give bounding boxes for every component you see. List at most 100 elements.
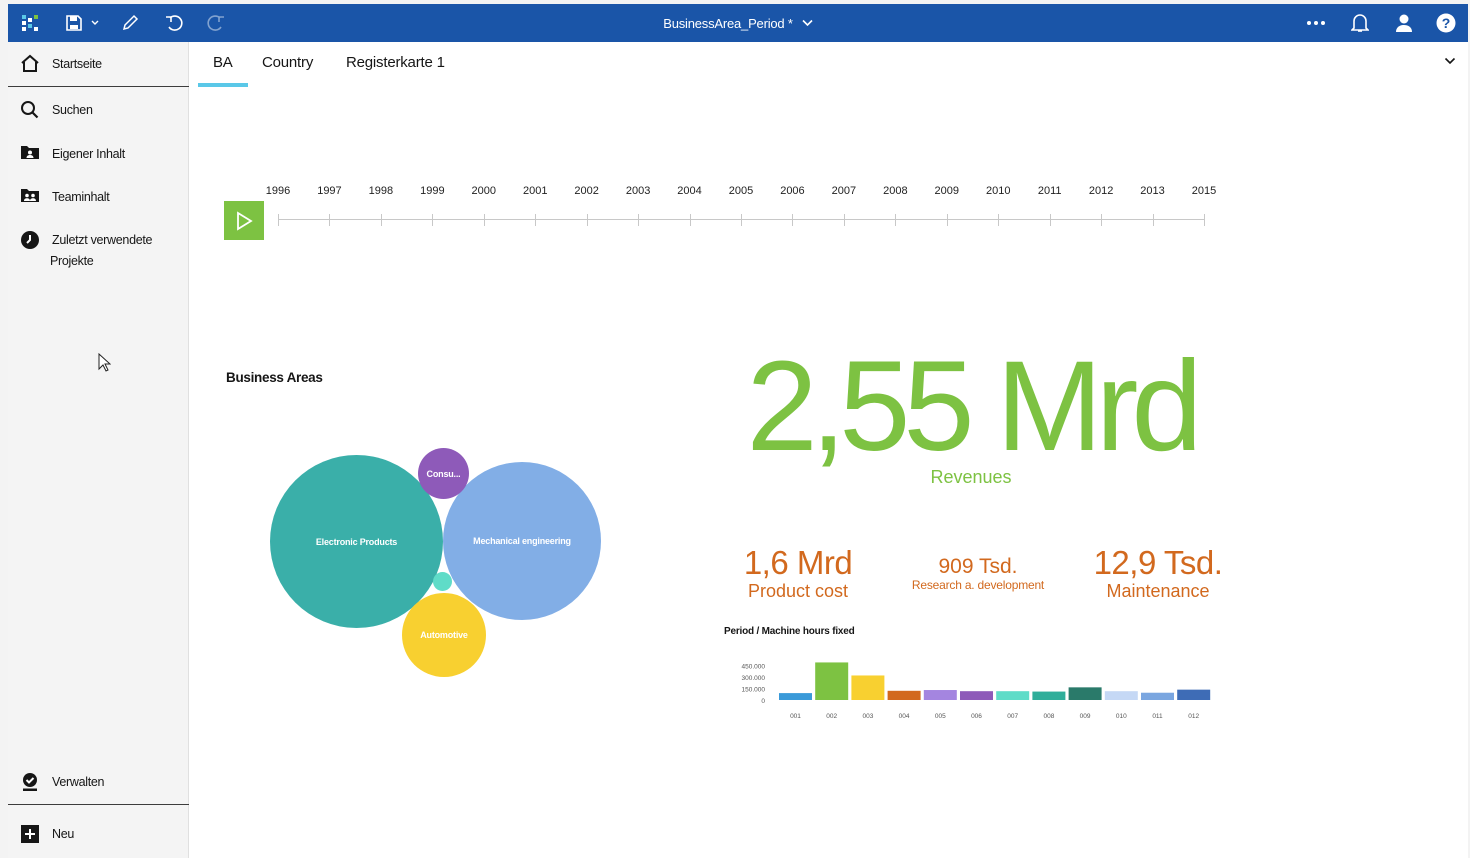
x-tick-label: 012	[1188, 713, 1199, 720]
timeline-year-2009[interactable]: 2009	[935, 185, 959, 197]
divider	[8, 86, 189, 87]
timeline-year-2000[interactable]: 2000	[472, 185, 496, 197]
timeline-tick	[1204, 214, 1205, 226]
my-content-icon	[8, 144, 52, 160]
bar-011[interactable]	[1141, 692, 1174, 700]
y-tick-label: 0	[761, 698, 765, 705]
timeline-year-2007[interactable]: 2007	[832, 185, 856, 197]
timeline-year-2002[interactable]: 2002	[574, 185, 598, 197]
sidebar-item-teaminhalt[interactable]: Teaminhalt	[8, 187, 189, 208]
manage-icon	[8, 772, 52, 792]
collapse-chevron-icon[interactable]	[1444, 52, 1456, 70]
product-cost-kpi: 1,6 Mrd Product cost	[708, 544, 888, 602]
bar-012[interactable]	[1177, 689, 1211, 700]
bar-chart: 450.000 300.000 150.000 0 001 002 003 004 005 006…	[742, 662, 1211, 720]
timeline-tick	[998, 214, 1000, 226]
bar-005[interactable]	[923, 690, 957, 700]
bar-003[interactable]	[851, 675, 885, 700]
grid-apps-icon[interactable]	[18, 4, 42, 42]
timeline-tick	[1049, 214, 1051, 226]
timeline-year-1999[interactable]: 1999	[420, 185, 444, 197]
x-tick-label: 011	[1152, 713, 1163, 720]
bar-008[interactable]	[1032, 691, 1066, 700]
bar-009[interactable]	[1068, 687, 1102, 700]
title-chevron-down-icon[interactable]	[802, 19, 813, 27]
help-icon[interactable]: ?	[1434, 4, 1458, 42]
timeline-year-2011[interactable]: 2011	[1038, 185, 1062, 197]
timeline-year-2008[interactable]: 2008	[883, 185, 907, 197]
business-areas-title: Business Areas	[226, 370, 323, 385]
sidebar-item-zuletzt-verwendete-projekte[interactable]: Zuletzt verwendete Projekte	[8, 230, 189, 272]
bubble-small[interactable]	[433, 572, 452, 591]
bar-006[interactable]	[960, 691, 993, 700]
tab-country[interactable]: Country	[262, 54, 313, 71]
x-tick-label: 005	[935, 713, 946, 720]
sidebar-item-suchen[interactable]: Suchen	[8, 100, 189, 121]
sidebar-item-neu[interactable]: Neu	[8, 824, 189, 845]
more-icon[interactable]	[1304, 4, 1328, 42]
bar-010[interactable]	[1104, 691, 1138, 700]
recent-icon	[8, 230, 52, 250]
timeline-tick	[689, 214, 691, 226]
timeline-year-2005[interactable]: 2005	[729, 185, 753, 197]
timeline-year-2012[interactable]: 2012	[1089, 185, 1113, 197]
timeline-year-2001[interactable]: 2001	[523, 185, 547, 197]
timeline-year-2004[interactable]: 2004	[677, 185, 701, 197]
timeline-year-2006[interactable]: 2006	[780, 185, 804, 197]
y-tick-label: 300.000	[742, 675, 766, 682]
save-icon[interactable]	[62, 4, 86, 42]
timeline-tick	[380, 214, 382, 226]
timeline-tick	[946, 214, 948, 226]
bubble-label: Mechanical engineering	[473, 536, 571, 546]
bubble-automotive[interactable]: Automotive	[402, 593, 486, 677]
sidebar-item-eigener-inhalt[interactable]: Eigener Inhalt	[8, 144, 189, 165]
undo-icon[interactable]	[162, 4, 186, 42]
bar-002[interactable]	[815, 662, 849, 700]
timeline-year-1996[interactable]: 1996	[266, 185, 290, 197]
play-button[interactable]	[224, 201, 264, 240]
divider	[8, 804, 189, 805]
user-icon[interactable]	[1392, 4, 1416, 42]
timeline-year-2015[interactable]: 2015	[1192, 185, 1216, 197]
play-icon	[237, 210, 253, 231]
top-bar: BusinessArea_Period * ?	[8, 4, 1468, 42]
timeline-tick	[432, 214, 434, 226]
sidebar-item-label: Teaminhalt	[52, 190, 110, 204]
sidebar-item-label: Startseite	[52, 57, 102, 71]
sidebar-item-startseite[interactable]: Startseite	[8, 54, 189, 75]
bubble-consumer[interactable]: Consu...	[418, 448, 469, 499]
timeline-year-2003[interactable]: 2003	[626, 185, 650, 197]
team-content-icon	[8, 187, 52, 203]
sidebar-item-label-line2: Projekte	[50, 254, 94, 268]
timeline-year-1998[interactable]: 1998	[369, 185, 393, 197]
research-kpi: 909 Tsd. Research a. development	[888, 555, 1068, 592]
bar-007[interactable]	[996, 691, 1030, 700]
bar-004[interactable]	[887, 690, 921, 700]
timeline-year-2013[interactable]: 2013	[1140, 185, 1164, 197]
timeline-year-2010[interactable]: 2010	[986, 185, 1010, 197]
sidebar-item-verwalten[interactable]: Verwalten	[8, 772, 189, 793]
sidebar-item-label: Eigener Inhalt	[52, 147, 125, 161]
timeline-tick	[1101, 214, 1103, 226]
maintenance-kpi: 12,9 Tsd. Maintenance	[1068, 545, 1248, 602]
chevron-down-icon[interactable]	[88, 4, 102, 42]
tab-registerkarte-1[interactable]: Registerkarte 1	[346, 54, 445, 71]
bar-001[interactable]	[779, 693, 812, 700]
edit-pencil-icon[interactable]	[118, 4, 142, 42]
timeline-year-1997[interactable]: 1997	[317, 185, 341, 197]
bell-icon[interactable]	[1348, 4, 1372, 42]
timeline-tick	[1152, 214, 1154, 226]
x-tick-label: 009	[1080, 713, 1091, 720]
plus-icon	[8, 824, 52, 844]
redo-icon[interactable]	[204, 4, 228, 42]
search-icon	[8, 100, 52, 120]
document-title[interactable]: BusinessArea_Period *	[663, 16, 793, 31]
research-label: Research a. development	[911, 578, 1045, 592]
app-window: BusinessArea_Period * ? Startseite Suche…	[8, 4, 1468, 858]
bubble-mechanical-engineering[interactable]: Mechanical engineering	[443, 462, 601, 620]
sidebar-item-label: Neu	[52, 827, 75, 841]
product-cost-value: 1,6 Mrd	[743, 544, 853, 581]
sidebar-item-label: Zuletzt verwendete Projekte	[50, 230, 153, 272]
tab-ba[interactable]: BA	[213, 54, 233, 71]
active-tab-indicator	[198, 83, 248, 87]
